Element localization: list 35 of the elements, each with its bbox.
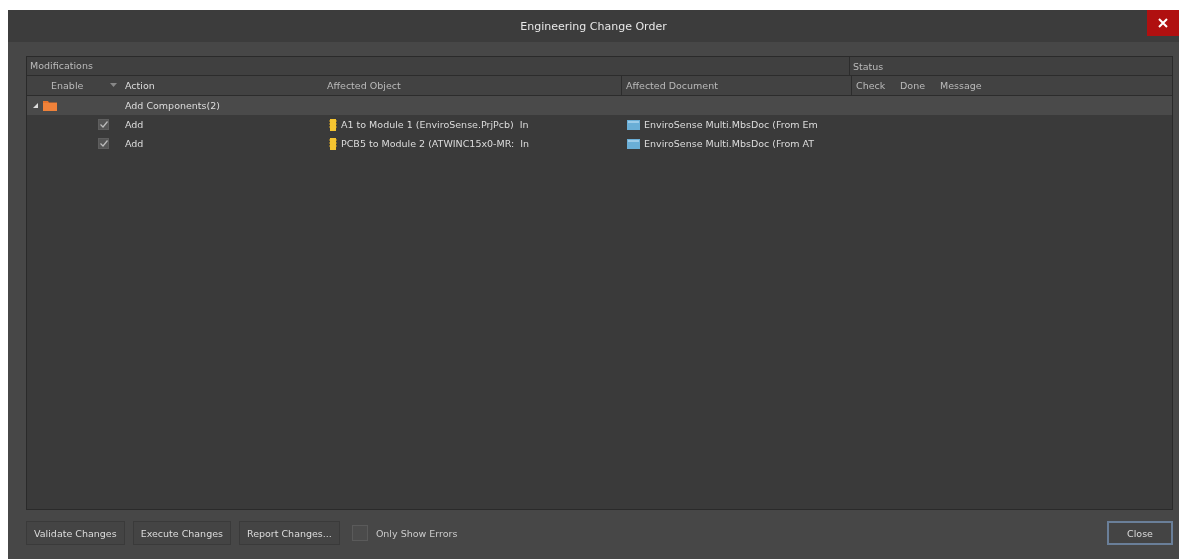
table-cell: A1 to Module 1 (EnviroSense.PrjPcb) — [341, 119, 514, 130]
document-icon — [627, 119, 640, 130]
component-icon — [329, 137, 337, 150]
action-button[interactable]: Execute Changes — [132, 521, 231, 545]
column-header[interactable]: Check — [851, 76, 896, 95]
column-header[interactable]: Message — [936, 76, 1172, 95]
table-cell: EnviroSense Multi.MbsDoc (From AT — [644, 138, 815, 149]
component-icon — [329, 118, 337, 131]
expand-arrow-icon[interactable] — [33, 103, 38, 108]
column-header[interactable]: Affected Object — [323, 76, 621, 95]
document-icon — [627, 138, 640, 149]
action-button[interactable]: Report Changes... — [238, 521, 340, 545]
group-header: Status — [852, 60, 884, 72]
window-title: Engineering Change Order — [520, 19, 667, 33]
table-cell: In — [519, 119, 529, 130]
table-cell-text: Add — [124, 119, 145, 130]
column-header[interactable]: Done — [896, 76, 936, 95]
action-button[interactable]: Validate Changes — [26, 521, 125, 545]
column-header[interactable]: Affected Document — [621, 76, 851, 95]
column-header[interactable]: Enable — [27, 76, 121, 95]
checkbox-label: Only Show Errors — [375, 527, 458, 539]
column-header[interactable]: Action — [121, 76, 323, 95]
caret-icon[interactable] — [110, 83, 117, 87]
checkbox[interactable] — [98, 138, 109, 149]
group-label: Add Components(2) — [124, 100, 221, 111]
table-cell: In — [520, 138, 530, 149]
table-cell: PCB5 to Module 2 (ATWINC15x0-MR: — [341, 138, 515, 149]
group-header: Modifications — [27, 57, 850, 75]
table-cell-text: Add — [124, 138, 145, 149]
table-cell: EnviroSense Multi.MbsDoc (From Em — [644, 119, 818, 130]
close-button[interactable]: Close — [1107, 521, 1173, 545]
close-icon[interactable] — [1147, 10, 1179, 36]
checkbox[interactable] — [98, 119, 109, 130]
folder-icon — [43, 100, 57, 111]
group-row[interactable]: Add Components(2) — [27, 96, 1172, 115]
